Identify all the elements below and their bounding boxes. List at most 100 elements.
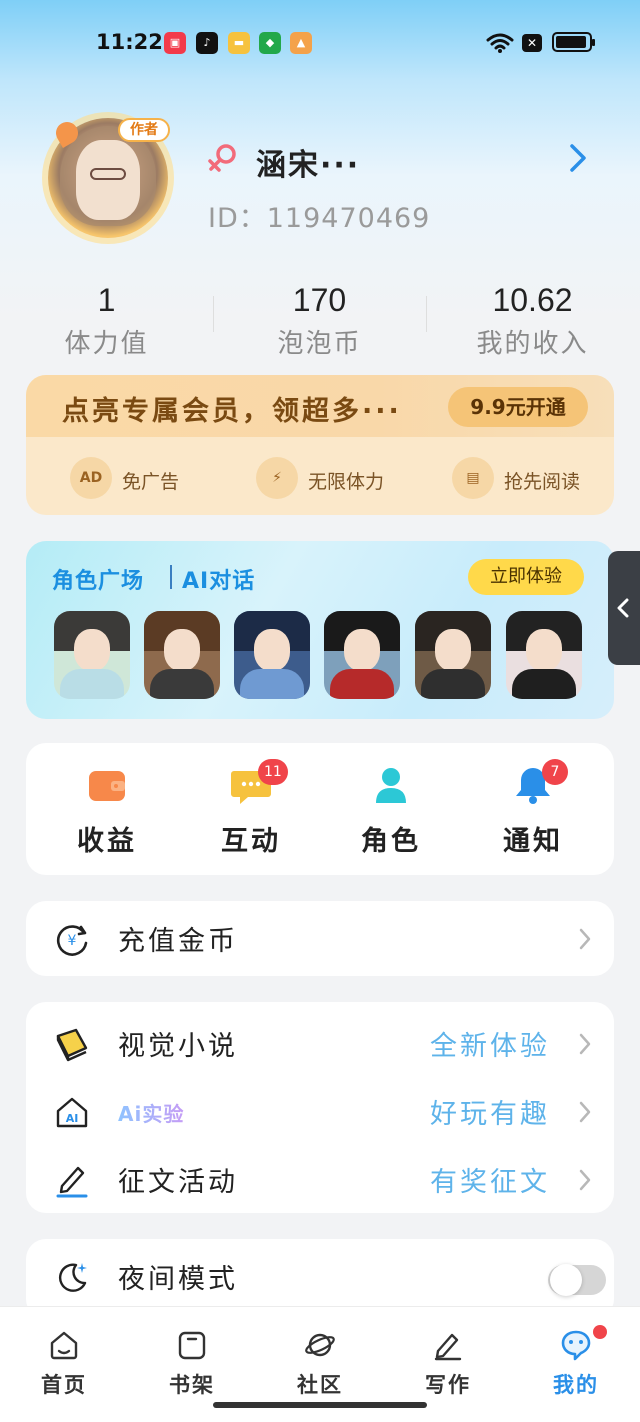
- stat-value: 10.62: [492, 282, 573, 318]
- stat-stamina[interactable]: 1 体力值: [0, 282, 213, 360]
- visual-novel-row[interactable]: 视觉小说 全新体验: [26, 1010, 614, 1076]
- person-icon: [376, 768, 406, 803]
- chevron-right-icon: [579, 928, 591, 950]
- quick-action-characters[interactable]: 角色: [336, 765, 446, 865]
- quick-action-label: 角色: [361, 826, 421, 857]
- row-label: 征文活动: [118, 1167, 238, 1198]
- stats-bar: 1 体力值 170 泡泡币 10.62 我的收入: [0, 282, 640, 362]
- quick-action-label: 互动: [221, 826, 281, 857]
- character-avatar[interactable]: [506, 611, 582, 699]
- quick-action-earnings[interactable]: 收益: [52, 765, 162, 865]
- chevron-left-icon: [617, 598, 629, 618]
- quick-action-notifications[interactable]: 7 通知: [478, 759, 588, 865]
- tab-write[interactable]: 写作: [403, 1325, 493, 1405]
- vip-title: 点亮专属会员，领超多···: [62, 396, 402, 427]
- stat-label: 泡泡币: [277, 329, 362, 359]
- row-value: 好玩有趣: [430, 1099, 550, 1130]
- chevron-right-icon: [579, 1101, 591, 1123]
- female-gender-icon: [208, 144, 236, 172]
- red-app-icon: ▣: [164, 32, 186, 54]
- chevron-right-icon[interactable]: [566, 142, 590, 174]
- x-icon: ✕: [522, 34, 542, 52]
- tab-bookshelf[interactable]: 书架: [147, 1325, 237, 1405]
- book-icon: [56, 1028, 88, 1062]
- row-label: 充值金币: [118, 926, 238, 957]
- mine-chat-icon: [561, 1330, 591, 1361]
- user-id: ID：119470469: [208, 203, 431, 234]
- unread-badge: 11: [258, 759, 288, 785]
- pen-icon: [434, 1333, 462, 1361]
- row-value: 有奖征文: [430, 1167, 550, 1198]
- quick-action-interactions[interactable]: 11 互动: [196, 759, 306, 865]
- tab-home[interactable]: 首页: [19, 1325, 109, 1405]
- vip-card[interactable]: 点亮专属会员，领超多··· 9.9元开通 AD 免广告 ⚡ 无限体力 ▤ 抢先阅…: [26, 375, 614, 515]
- stat-income[interactable]: 10.62 我的收入: [426, 282, 639, 360]
- night-mode-toggle[interactable]: [548, 1264, 606, 1296]
- stat-label: 我的收入: [476, 329, 589, 359]
- bookshelf-icon: [178, 1331, 206, 1360]
- photos-icon: ▲: [290, 32, 312, 54]
- wallet-icon: [89, 771, 125, 801]
- lightning-icon: ⚡: [256, 457, 298, 499]
- recharge-card: ¥ 充值金币: [26, 901, 614, 976]
- row-label: 夜间模式: [118, 1264, 238, 1295]
- role-plaza-banner[interactable]: 角色广场 AI对话 立即体验: [26, 541, 614, 719]
- status-bar: 11:22 ▣ ♪ ▬ ◆ ▲ ✕: [0, 26, 640, 60]
- quick-action-label: 收益: [77, 826, 137, 857]
- character-avatar[interactable]: [415, 611, 491, 699]
- nav-label: 写作: [425, 1373, 471, 1397]
- stat-value: 1: [97, 282, 116, 318]
- svg-text:AI: AI: [66, 1112, 79, 1125]
- ai-lab-row[interactable]: AI Ai实验 好玩有趣: [26, 1078, 614, 1144]
- planet-icon: [305, 1333, 335, 1357]
- role-plaza-title: 角色广场: [52, 569, 145, 594]
- status-time: 11:22: [96, 30, 163, 54]
- avatar-glasses: [90, 168, 126, 180]
- battery-icon: [552, 32, 595, 52]
- unread-badge: 7: [542, 759, 568, 785]
- nav-label: 书架: [169, 1373, 215, 1397]
- chevron-right-icon: [579, 1169, 591, 1191]
- recharge-row[interactable]: ¥ 充值金币: [26, 905, 614, 971]
- vip-open-button[interactable]: 9.9元开通: [448, 387, 588, 427]
- nav-label: 首页: [41, 1373, 87, 1397]
- character-avatar[interactable]: [144, 611, 220, 699]
- book-icon: ▤: [452, 457, 494, 499]
- avatar-face: [76, 140, 140, 220]
- moon-icon: [58, 1263, 87, 1292]
- ai-lab-label: Ai实验: [118, 1098, 184, 1127]
- vip-benefit-label: 免广告: [122, 471, 180, 493]
- ai-home-icon: AI: [56, 1097, 88, 1128]
- yellow-app-icon: ▬: [228, 32, 250, 54]
- svg-text:¥: ¥: [68, 933, 77, 949]
- pencil-icon: [56, 1166, 88, 1198]
- quick-action-label: 通知: [503, 826, 563, 857]
- row-label: 视觉小说: [118, 1031, 238, 1062]
- nav-label: 我的: [553, 1373, 599, 1397]
- character-avatar[interactable]: [234, 611, 310, 699]
- try-now-button[interactable]: 立即体验: [468, 559, 584, 595]
- author-badge: 作者: [118, 118, 170, 142]
- vip-benefit-label: 抢先阅读: [504, 471, 581, 493]
- tab-community[interactable]: 社区: [275, 1325, 365, 1405]
- character-avatar[interactable]: [324, 611, 400, 699]
- night-mode-row: 夜间模式: [26, 1243, 614, 1309]
- features-card: 视觉小说 全新体验 AI Ai实验 好玩有趣 征文活动 有奖征文: [26, 1002, 614, 1213]
- ad-icon: AD: [70, 457, 112, 499]
- green-app-icon: ◆: [259, 32, 281, 54]
- username[interactable]: 涵宋···: [256, 140, 360, 184]
- tab-mine[interactable]: 我的: [531, 1325, 621, 1405]
- toggle-knob: [550, 1264, 582, 1296]
- side-drawer-handle[interactable]: [608, 551, 640, 665]
- row-value: 全新体验: [430, 1031, 550, 1062]
- writing-contest-row[interactable]: 征文活动 有奖征文: [26, 1146, 614, 1212]
- stat-bubble-coins[interactable]: 170 泡泡币: [213, 282, 426, 360]
- home-icon: [50, 1331, 78, 1360]
- title-separator: [170, 565, 172, 589]
- home-indicator: [213, 1402, 427, 1408]
- tiktok-icon: ♪: [196, 32, 218, 54]
- stat-label: 体力值: [64, 329, 149, 359]
- ai-chat-title: AI对话: [182, 569, 256, 594]
- character-avatar[interactable]: [54, 611, 130, 699]
- notification-dot: [593, 1325, 607, 1339]
